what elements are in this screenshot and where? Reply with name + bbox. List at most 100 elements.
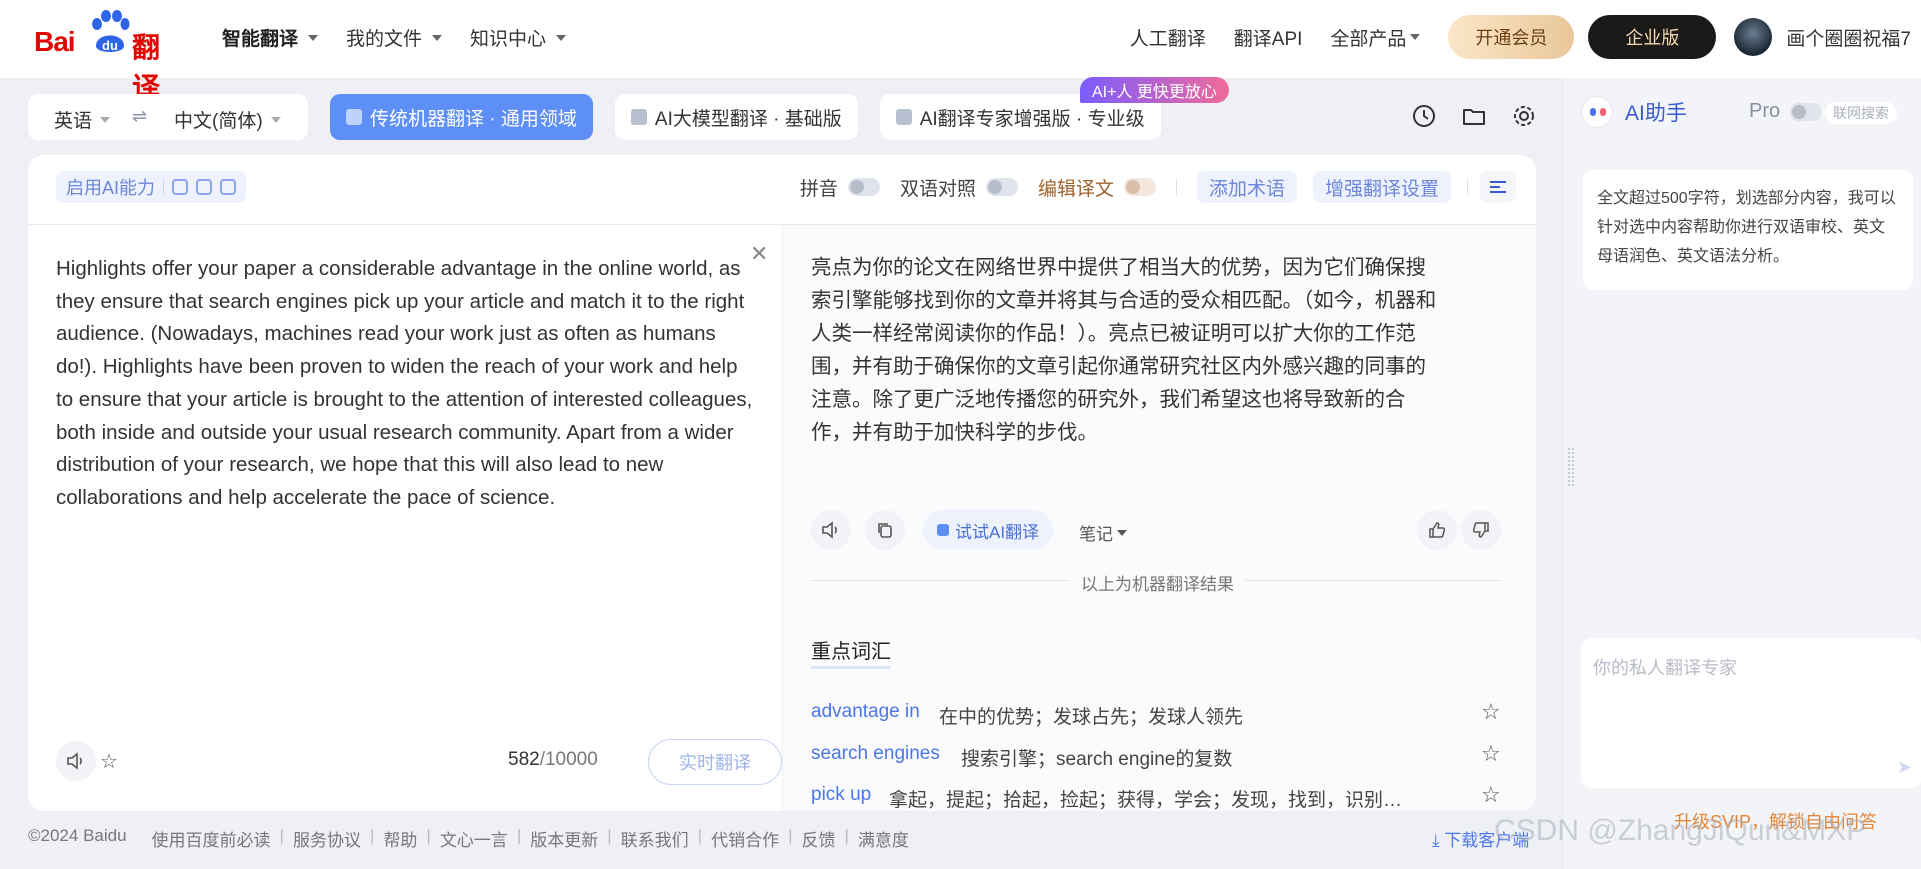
divider — [1245, 580, 1501, 581]
star-icon[interactable]: ☆ — [1481, 699, 1501, 725]
bilingual-toggle[interactable]: 双语对照 — [900, 174, 1018, 201]
history-icon[interactable] — [1410, 102, 1438, 130]
watermark: CSDN @ZhangJiQun&MXP — [1494, 814, 1867, 847]
keyword-word[interactable]: advantage in — [811, 701, 920, 723]
notes-label: 笔记 — [1079, 525, 1113, 544]
keyword-row: advantage in 在中的优势；发球占先；发球人领先 ☆ — [811, 699, 1501, 731]
tab-ai-llm[interactable]: AI大模型翻译 · 基础版 — [614, 94, 858, 140]
enhance-settings-button[interactable]: 增强翻译设置 — [1312, 171, 1451, 203]
graduation-cap-icon — [895, 109, 912, 125]
add-term-button[interactable]: 添加术语 — [1196, 171, 1297, 203]
footer-link[interactable]: 联系我们 — [621, 826, 689, 851]
enable-ai-ability[interactable]: 启用AI能力 — [56, 171, 247, 203]
edit-translation-toggle[interactable]: 编辑译文 — [1038, 174, 1156, 201]
gear-icon[interactable] — [1510, 102, 1538, 130]
source-language-select[interactable]: 英语 — [54, 106, 111, 133]
username[interactable]: 画个圈圈祝福7 — [1786, 24, 1911, 51]
swap-language-icon[interactable]: ⇌ — [132, 106, 147, 127]
toggle-switch[interactable] — [1123, 178, 1156, 196]
assistant-input-placeholder: 你的私人翻译专家 — [1593, 658, 1737, 678]
api-link[interactable]: 翻译API — [1234, 24, 1303, 51]
chevron-down-icon — [1117, 529, 1127, 536]
nav-smart-translate[interactable]: 智能翻译 — [222, 24, 319, 51]
speaker-icon[interactable] — [811, 510, 851, 550]
avatar[interactable] — [1734, 18, 1773, 56]
tab-traditional-mt[interactable]: 传统机器翻译 · 通用领域 — [330, 94, 593, 140]
folder-icon[interactable] — [1460, 102, 1488, 130]
footer-link[interactable]: 版本更新 — [530, 826, 598, 851]
footer-link[interactable]: 使用百度前必读 — [152, 826, 271, 851]
thumbs-up-icon[interactable] — [1417, 510, 1457, 550]
nav-my-files[interactable]: 我的文件 — [346, 24, 443, 51]
copyright: ©2024 Baidu — [28, 826, 127, 845]
keyword-word[interactable]: pick up — [811, 784, 871, 806]
footer-link[interactable]: 文心一言 — [440, 826, 508, 851]
footer-link[interactable]: 满意度 — [858, 826, 909, 851]
doc-icon[interactable] — [196, 179, 213, 195]
divider — [1175, 179, 1177, 195]
keyword-word[interactable]: search engines — [811, 743, 940, 765]
speaker-icon[interactable] — [56, 741, 96, 781]
toggle-switch[interactable] — [847, 178, 880, 196]
enterprise-button[interactable]: 企业版 — [1588, 15, 1717, 59]
star-icon[interactable]: ☆ — [100, 749, 118, 774]
send-icon[interactable]: ➤ — [1897, 757, 1912, 778]
nav-label: 我的文件 — [346, 29, 423, 50]
menu-icon[interactable] — [1480, 171, 1516, 203]
keyword-row: search engines 搜索引擎；search engine的复数 ☆ — [811, 741, 1501, 773]
chevron-down-icon — [556, 34, 567, 41]
footer-link[interactable]: 服务协议 — [293, 826, 361, 851]
pro-toggle[interactable]: Pro — [1749, 100, 1823, 123]
human-translate-link[interactable]: 人工翻译 — [1130, 24, 1206, 51]
chevron-down-icon — [270, 116, 281, 123]
edit-label: 编辑译文 — [1037, 178, 1114, 200]
panel-toolbar: 启用AI能力 拼音 双语对照 编辑译文 添加术语 增强翻译设置 — [28, 155, 1536, 225]
thumbs-down-icon[interactable] — [1461, 510, 1501, 550]
tab-label: 传统机器翻译 · 通用领域 — [370, 108, 577, 130]
web-search-toggle[interactable]: 联网搜索 — [1825, 102, 1897, 124]
pinyin-toggle[interactable]: 拼音 — [800, 174, 880, 201]
char-count-max: /10000 — [539, 749, 598, 770]
nav-knowledge[interactable]: 知识中心 — [470, 24, 567, 51]
footer-link[interactable]: 反馈 — [802, 826, 836, 851]
chevron-down-icon — [432, 34, 443, 41]
panel-options: 拼音 双语对照 编辑译文 添加术语 增强翻译设置 — [800, 171, 1516, 203]
footer-link[interactable]: 代销合作 — [711, 826, 779, 851]
all-products-label: 全部产品 — [1330, 28, 1407, 50]
pro-label: Pro — [1749, 100, 1781, 122]
nav-label: 知识中心 — [470, 29, 547, 50]
notes-menu[interactable]: 笔记 — [1079, 520, 1127, 545]
keyword-row: pick up 拿起，提起；拾起，捡起；获得，学会；发现，找到，识别；得，… ☆ — [811, 782, 1501, 811]
toggle-switch[interactable] — [985, 178, 1018, 196]
assistant-header: AI助手 — [1581, 96, 1687, 128]
cube-icon — [937, 524, 949, 536]
toggle-switch[interactable] — [1790, 102, 1823, 121]
cube-icon — [630, 109, 647, 125]
cap-icon[interactable] — [172, 179, 189, 195]
clear-icon[interactable]: ✕ — [750, 241, 768, 267]
assistant-message: 全文超过500字符，划选部分内容，我可以针对选中内容帮助你进行双语审校、英文母语… — [1583, 170, 1913, 290]
baidu-fanyi-logo[interactable]: Bai du 翻译 — [34, 10, 179, 103]
source-text-input[interactable]: Highlights offer your paper a considerab… — [56, 253, 756, 515]
all-products-menu[interactable]: 全部产品 — [1330, 24, 1421, 51]
cube-icon[interactable] — [220, 179, 237, 195]
realtime-translate-button[interactable]: 实时翻译 — [648, 739, 782, 785]
top-bar: Bai du 翻译 智能翻译 我的文件 知识中心 人工翻译 翻译API 全部产品… — [0, 0, 1921, 103]
try-ai-translate-button[interactable]: 试试AI翻译 — [923, 510, 1054, 550]
char-count-value: 582 — [508, 749, 540, 770]
paw-icon: du — [92, 10, 130, 53]
target-language-label: 中文(简体) — [174, 111, 263, 132]
resize-handle[interactable] — [1568, 448, 1574, 486]
footer-link[interactable]: 帮助 — [383, 826, 417, 851]
nav-label: 智能翻译 — [222, 29, 299, 50]
machine-result-note: 以上为机器翻译结果 — [1081, 575, 1234, 594]
copy-icon[interactable] — [865, 510, 905, 550]
assistant-input[interactable]: 你的私人翻译专家 ➤ — [1581, 638, 1921, 788]
target-language-select[interactable]: 中文(简体) — [174, 106, 281, 133]
translation-panel: 启用AI能力 拼音 双语对照 编辑译文 添加术语 增强翻译设置 Highligh… — [28, 155, 1536, 811]
star-icon[interactable]: ☆ — [1481, 782, 1501, 808]
star-icon[interactable]: ☆ — [1481, 741, 1501, 767]
vip-button[interactable]: 开通会员 — [1448, 15, 1575, 59]
keyword-definition: 在中的优势；发球占先；发球人领先 — [939, 707, 1244, 728]
chevron-down-icon — [100, 116, 111, 123]
